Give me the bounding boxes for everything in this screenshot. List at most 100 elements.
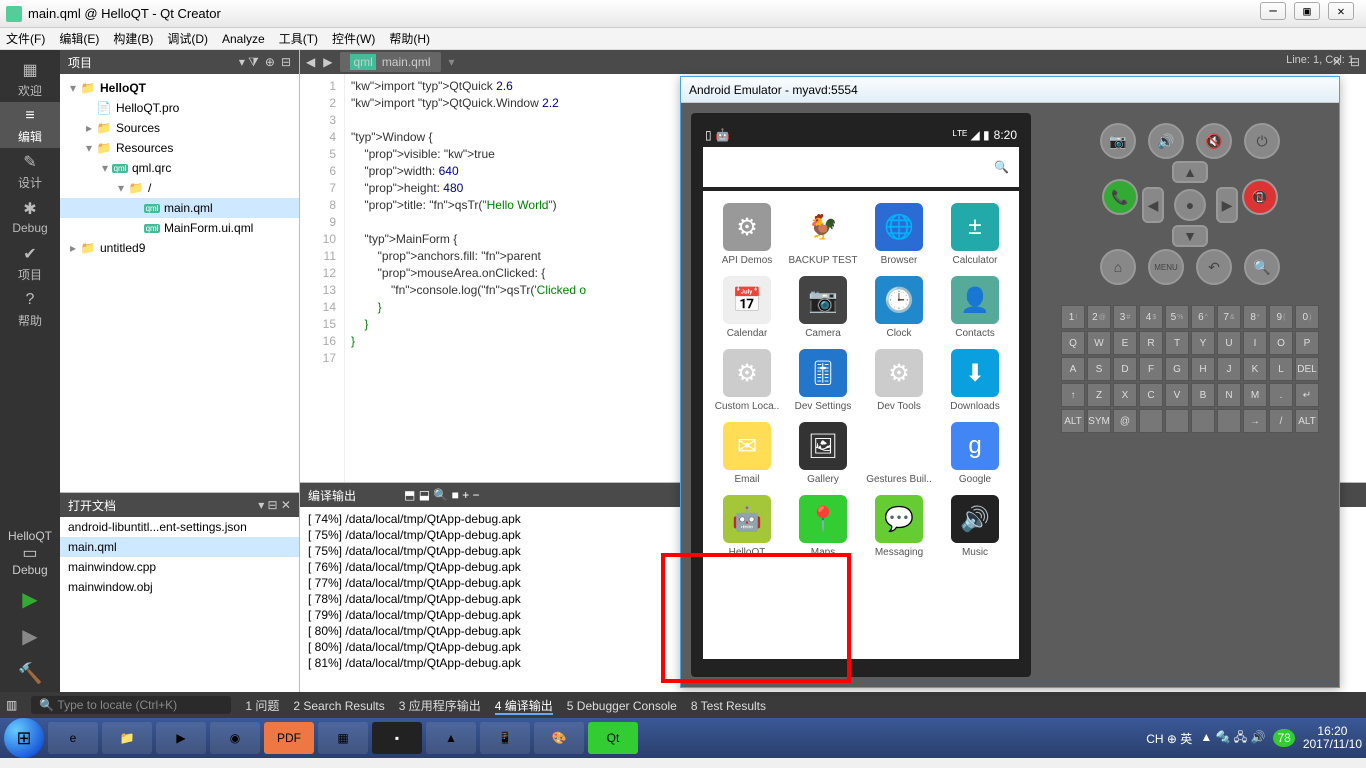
app-grid[interactable]: ⚙API Demos🐓BACKUP TEST🌐Browser±Calculato… — [703, 191, 1019, 659]
emulator-screen[interactable]: ▯ 🤖ᴸᵀᴱ ◢ ▮ 8:20 🔍 ⚙API Demos🐓BACKUP TEST… — [691, 113, 1031, 677]
app-helloqt[interactable]: 🤖HelloQT — [709, 495, 785, 558]
link-icon[interactable]: ⊕ — [265, 55, 275, 69]
key[interactable] — [1191, 409, 1215, 433]
menu-item[interactable]: 工具(T) — [279, 30, 318, 47]
key[interactable]: C — [1139, 383, 1163, 407]
opendoc-item[interactable]: android-libuntitl...ent-settings.json — [60, 517, 299, 537]
close-button[interactable]: ✕ — [1328, 2, 1354, 20]
key[interactable] — [1139, 409, 1163, 433]
menu-item[interactable]: 控件(W) — [332, 30, 375, 47]
maximize-button[interactable]: ▣ — [1294, 2, 1320, 20]
emu-ctrl-button[interactable]: 🔍 — [1244, 249, 1280, 285]
status-tab[interactable]: 1 问题 — [245, 699, 279, 713]
key[interactable]: . — [1269, 383, 1293, 407]
emulator-keyboard[interactable]: 1!2@3#4$5%6^7&8*9(0)QWERTYUIOPASDFGHJKLD… — [1061, 305, 1319, 433]
key[interactable]: M — [1243, 383, 1267, 407]
run-target[interactable]: HelloQT ▭ Debug — [4, 525, 56, 581]
app-dev-settings[interactable]: 🎚Dev Settings — [785, 349, 861, 412]
system-tray[interactable]: CH ⊕ 英 ▲ 🔩 🖧 🔊 78 16:202017/11/10 — [1146, 725, 1362, 751]
key[interactable]: Z — [1087, 383, 1111, 407]
mode-欢迎[interactable]: ▦欢迎 — [0, 56, 60, 102]
opendoc-item[interactable]: main.qml — [60, 537, 299, 557]
key[interactable]: 3# — [1113, 305, 1137, 329]
key[interactable]: I — [1243, 331, 1267, 355]
mode-设计[interactable]: ✎设计 — [0, 148, 60, 194]
tree-row[interactable]: ▸📁untitled9 — [60, 238, 299, 258]
opendocs-list[interactable]: android-libuntitl...ent-settings.jsonmai… — [60, 517, 299, 692]
key[interactable]: D — [1113, 357, 1137, 381]
key[interactable]: A — [1061, 357, 1085, 381]
project-tree[interactable]: ▾📁HelloQT📄HelloQT.pro▸📁Sources▾📁Resource… — [60, 74, 299, 492]
filter-icon[interactable]: ▾ ⧩ — [239, 55, 259, 70]
split-icon[interactable]: ▾ ⊟ ✕ — [258, 498, 291, 512]
call-button[interactable]: 📞 — [1102, 179, 1138, 215]
app-camera[interactable]: 📷Camera — [785, 276, 861, 339]
key[interactable] — [1165, 409, 1189, 433]
app-google[interactable]: gGoogle — [937, 422, 1013, 485]
taskbar-android[interactable]: ▲ — [426, 722, 476, 754]
key[interactable]: V — [1165, 383, 1189, 407]
app-dev-tools[interactable]: ⚙Dev Tools — [861, 349, 937, 412]
app-maps[interactable]: 📍Maps — [785, 495, 861, 558]
nav-fwd-icon[interactable]: ▶ — [323, 55, 332, 69]
key[interactable]: H — [1191, 357, 1215, 381]
key[interactable]: 4$ — [1139, 305, 1163, 329]
app-downloads[interactable]: ⬇Downloads — [937, 349, 1013, 412]
key[interactable]: → — [1243, 409, 1267, 433]
key[interactable]: Y — [1191, 331, 1215, 355]
locator-input[interactable]: 🔍 Type to locate (Ctrl+K) — [31, 696, 231, 714]
mode-项目[interactable]: ✔项目 — [0, 240, 60, 286]
search-bar[interactable]: 🔍 — [703, 147, 1019, 187]
emu-ctrl-button[interactable]: MENU — [1148, 249, 1184, 285]
key[interactable]: K — [1243, 357, 1267, 381]
app-gallery[interactable]: 🖼Gallery — [785, 422, 861, 485]
key[interactable]: 9( — [1269, 305, 1293, 329]
app-contacts[interactable]: 👤Contacts — [937, 276, 1013, 339]
app-calendar[interactable]: 📅Calendar — [709, 276, 785, 339]
debug-run-button[interactable]: ▶ — [16, 618, 43, 655]
start-button[interactable]: ⊞ — [4, 718, 44, 758]
key[interactable]: E — [1113, 331, 1137, 355]
app-messaging[interactable]: 💬Messaging — [861, 495, 937, 558]
key[interactable]: J — [1217, 357, 1241, 381]
minimize-button[interactable]: ─ — [1260, 2, 1286, 20]
key[interactable]: S — [1087, 357, 1111, 381]
taskbar-paint[interactable]: 🎨 — [534, 722, 584, 754]
split-icon[interactable]: ⊟ — [281, 55, 291, 69]
tree-row[interactable]: ▾📁HelloQT — [60, 78, 299, 98]
app-music[interactable]: 🔊Music — [937, 495, 1013, 558]
android-emulator-window[interactable]: Android Emulator - myavd:5554 ▯ 🤖ᴸᵀᴱ ◢ ▮… — [680, 76, 1340, 688]
app-api-demos[interactable]: ⚙API Demos — [709, 203, 785, 266]
key[interactable]: ALT — [1061, 409, 1085, 433]
app-email[interactable]: ✉Email — [709, 422, 785, 485]
status-tab[interactable]: 4 编译输出 — [495, 699, 553, 715]
key[interactable]: SYM — [1087, 409, 1111, 433]
opendoc-item[interactable]: mainwindow.obj — [60, 577, 299, 597]
emu-ctrl-button[interactable]: ⌂ — [1100, 249, 1136, 285]
key[interactable]: ↑ — [1061, 383, 1085, 407]
key[interactable]: U — [1217, 331, 1241, 355]
key[interactable]: 1! — [1061, 305, 1085, 329]
taskbar-explorer[interactable]: 📁 — [102, 722, 152, 754]
emu-ctrl-button[interactable]: 🔊 — [1148, 123, 1184, 159]
key[interactable]: / — [1269, 409, 1293, 433]
key[interactable]: 8* — [1243, 305, 1267, 329]
tree-row[interactable]: qmlMainForm.ui.qml — [60, 218, 299, 238]
build-button[interactable]: 🔨 — [12, 655, 49, 692]
menu-item[interactable]: 调试(D) — [167, 30, 208, 47]
key[interactable]: ↵ — [1295, 383, 1319, 407]
menu-item[interactable]: 构建(B) — [113, 30, 153, 47]
emu-ctrl-button[interactable]: 📷 — [1100, 123, 1136, 159]
emulator-titlebar[interactable]: Android Emulator - myavd:5554 — [681, 77, 1339, 103]
key[interactable]: 7& — [1217, 305, 1241, 329]
key[interactable]: N — [1217, 383, 1241, 407]
menu-item[interactable]: 文件(F) — [6, 30, 45, 47]
key[interactable]: DEL — [1295, 357, 1319, 381]
key[interactable]: B — [1191, 383, 1215, 407]
app-custom-loca-[interactable]: ⚙Custom Loca.. — [709, 349, 785, 412]
tree-row[interactable]: ▾qmlqml.qrc — [60, 158, 299, 178]
key[interactable]: O — [1269, 331, 1293, 355]
editor-filename-tab[interactable]: qml main.qml — [340, 52, 440, 72]
key[interactable]: F — [1139, 357, 1163, 381]
menu-item[interactable]: Analyze — [222, 32, 265, 46]
